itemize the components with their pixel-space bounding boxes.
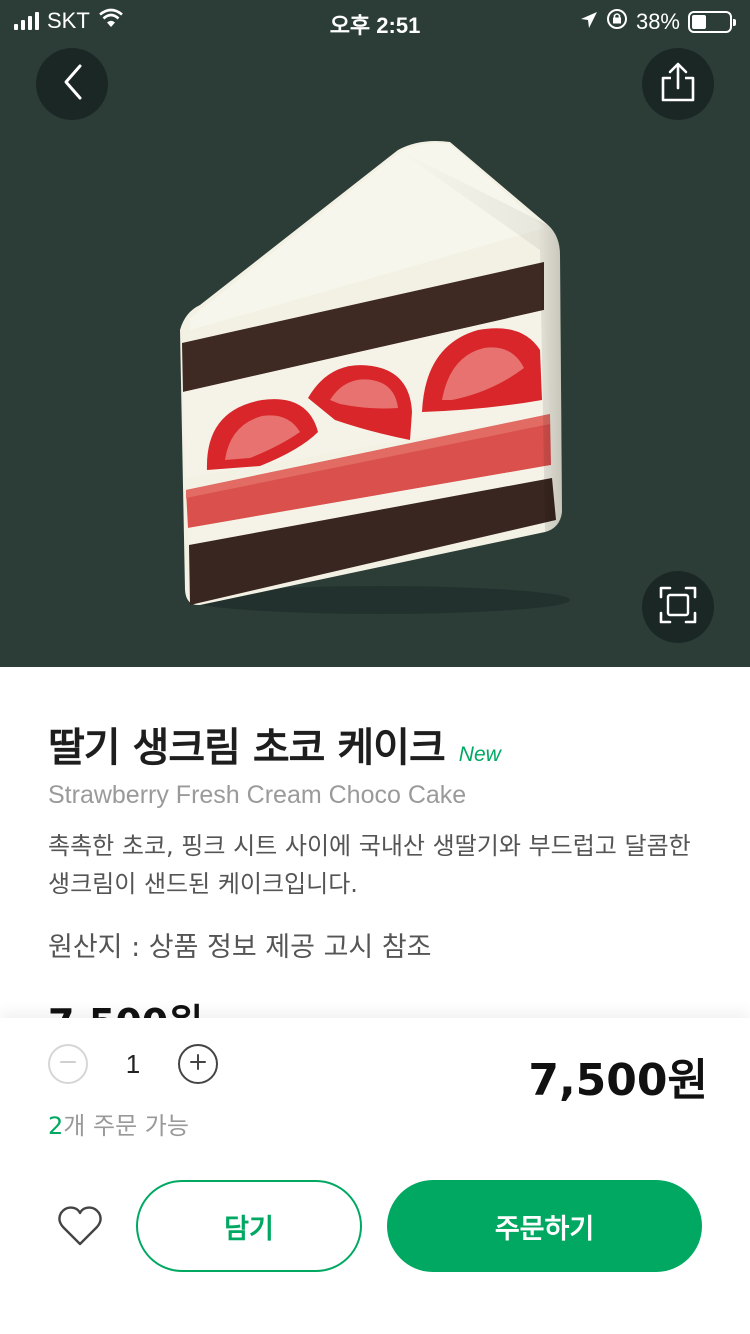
product-title-english: Strawberry Fresh Cream Choco Cake [48, 781, 467, 809]
quantity-stepper: 1 [48, 1044, 218, 1084]
product-title: 딸기 생크림 초코 케이크 [48, 725, 446, 771]
decrease-quantity-button[interactable] [48, 1044, 88, 1084]
add-to-cart-button[interactable]: 담기 [136, 1180, 362, 1272]
available-count: 2 [48, 1112, 64, 1140]
share-button[interactable] [642, 48, 714, 120]
battery-icon [688, 11, 736, 33]
minus-icon [58, 1052, 78, 1076]
signal-icon [14, 12, 39, 30]
quantity-value: 1 [125, 1048, 141, 1079]
share-icon [658, 61, 698, 107]
heart-icon [56, 1206, 104, 1252]
status-left: SKT [14, 8, 124, 34]
total-price: 7,500원 [528, 1055, 708, 1106]
order-button[interactable]: 주문하기 [387, 1180, 702, 1272]
location-arrow-icon [580, 9, 598, 35]
increase-quantity-button[interactable] [178, 1044, 218, 1084]
battery-percent: 38% [635, 9, 680, 34]
fullscreen-icon [658, 585, 698, 629]
chevron-left-icon [58, 62, 86, 106]
rotation-lock-icon [606, 8, 628, 36]
title-row: 딸기 생크림 초코 케이크 New [48, 715, 501, 773]
plus-icon [188, 1052, 208, 1076]
wifi-icon [98, 8, 124, 34]
status-right: 38% [580, 8, 736, 36]
status-bar: SKT 오후 2:51 38% [0, 0, 750, 40]
battery-level [692, 15, 706, 29]
product-image-area: SKT 오후 2:51 38% [0, 0, 750, 667]
product-price: 7,500원 [48, 992, 203, 1018]
order-availability: 2개 주문 가능 [48, 1106, 189, 1141]
cake-image [180, 141, 570, 614]
carrier-name: SKT [47, 8, 90, 33]
available-suffix: 개 주문 가능 [63, 1112, 189, 1140]
fullscreen-button[interactable] [642, 571, 714, 643]
order-panel: 1 7,500원 2개 주문 가능 담기 주문하기 [0, 1018, 750, 1334]
new-badge: New [458, 743, 501, 766]
product-origin: 원산지 : 상품 정보 제공 고시 참조 [48, 932, 432, 963]
product-description: 촉촉한 초코, 핑크 시트 사이에 국내산 생딸기와 부드럽고 달콤한 생크림이… [48, 832, 691, 898]
wishlist-button[interactable] [56, 1204, 104, 1248]
back-button[interactable] [36, 48, 108, 120]
